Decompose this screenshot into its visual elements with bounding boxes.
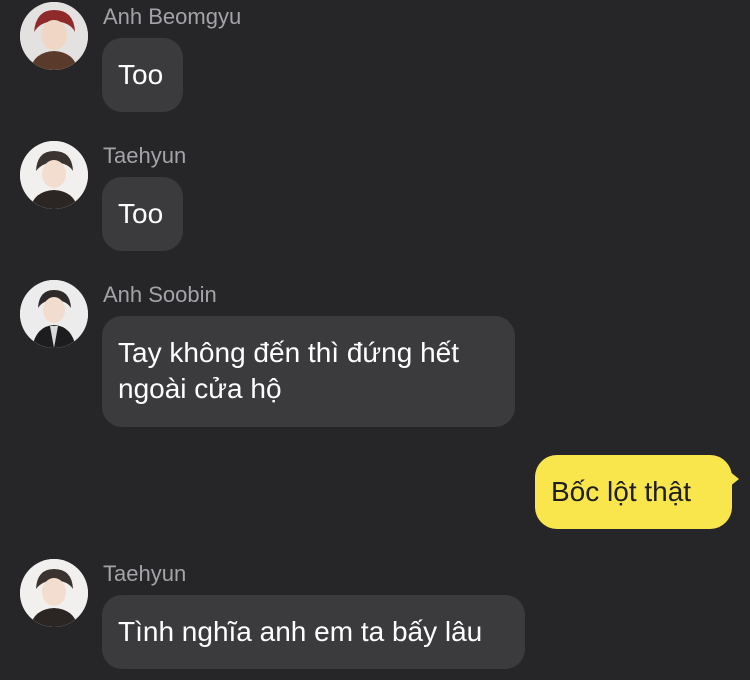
sender-name: Anh Beomgyu bbox=[103, 4, 242, 29]
profile-photo-icon bbox=[20, 280, 88, 348]
message-text: Tình nghĩa anh em ta bấy lâu bbox=[118, 616, 483, 647]
message-text-line: Tay không đến thì đứng hết bbox=[118, 337, 459, 368]
sender-name: Taehyun bbox=[103, 561, 187, 586]
profile-photo-icon bbox=[20, 2, 88, 70]
profile-photo-icon bbox=[20, 559, 88, 627]
profile-photo-icon bbox=[20, 141, 88, 209]
message-text: Bốc lột thật bbox=[551, 476, 692, 507]
message-bubble[interactable]: Tình nghĩa anh em ta bấy lâu bbox=[102, 595, 525, 669]
message-bubble[interactable]: Too bbox=[102, 38, 183, 112]
avatar[interactable] bbox=[20, 559, 88, 627]
outgoing-message-bubble[interactable]: Bốc lột thật bbox=[535, 455, 739, 529]
avatar[interactable] bbox=[20, 141, 88, 209]
message-text: Too bbox=[118, 198, 164, 229]
sender-name: Taehyun bbox=[103, 143, 187, 168]
message-text-line: ngoài cửa hộ bbox=[118, 373, 282, 404]
avatar[interactable] bbox=[20, 280, 88, 348]
message-text: Too bbox=[118, 59, 164, 90]
message-bubble[interactable]: Tay không đến thì đứng hết ngoài cửa hộ bbox=[102, 316, 515, 427]
message-bubble[interactable]: Too bbox=[102, 177, 183, 251]
avatar[interactable] bbox=[20, 2, 88, 70]
chat-message-list[interactable]: Anh Beomgyu Too Taehyun Too Anh Soobin T… bbox=[0, 0, 750, 680]
sender-name: Anh Soobin bbox=[103, 282, 217, 307]
